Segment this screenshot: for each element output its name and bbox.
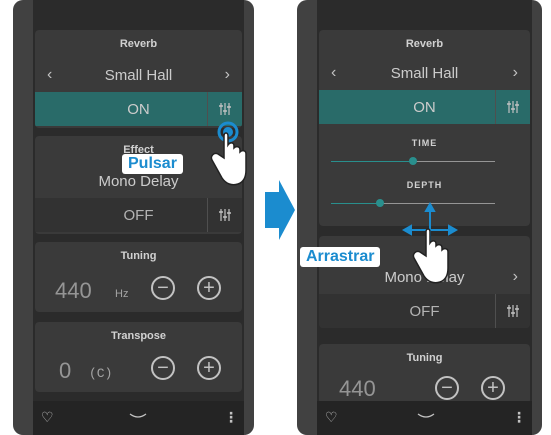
more-icon[interactable]: ⋮ [512,409,526,426]
reverb-title: Reverb [119,38,158,50]
arrow-right-icon [265,180,295,240]
tuning-value: 440 [339,376,376,401]
heart-icon[interactable]: ♡ [325,409,338,426]
tap-gesture-icon [210,121,247,186]
phone-screen-left: Reverb ‹ Small Hall › ON Effect Mono Del… [13,0,254,435]
sliders-icon [219,209,231,221]
drag-callout: Arrastrar [300,247,381,267]
chevron-down-icon[interactable] [417,413,435,421]
tuning-section: Tuning 440 − + [319,344,530,404]
effect-state-label: OFF [409,302,440,320]
sliders-icon [507,101,519,113]
reverb-toggle[interactable]: ON [319,90,530,124]
reverb-title: Reverb [405,38,444,50]
heart-icon[interactable]: ♡ [41,409,54,426]
transpose-key: (C) [89,366,113,381]
chevron-right-icon[interactable]: › [513,268,518,286]
transpose-title: Transpose [110,330,167,342]
transpose-value: 0 [59,358,72,383]
tap-callout: Pulsar [122,154,183,174]
bottom-bar: ♡ ⋮ [33,401,244,435]
effect-settings-button[interactable] [495,294,530,328]
more-icon[interactable]: ⋮ [224,409,238,426]
time-label: TIME [411,138,438,148]
drag-gesture-icon [401,202,459,284]
settings-panel: Reverb ‹ Small Hall › ON Effect Mono Del… [33,0,244,435]
effect-settings-button[interactable] [207,198,242,232]
tuning-title: Tuning [406,352,443,364]
reverb-type-label: Small Hall [390,64,459,82]
effect-toggle[interactable]: OFF [35,198,242,232]
sliders-icon [219,103,231,115]
transpose-decrease-button[interactable]: − [151,356,175,380]
transpose-section: Transpose 0 (C) − + [35,322,242,392]
depth-slider-fill [331,203,381,204]
effect-state-label: OFF [123,206,154,224]
transpose-increase-button[interactable]: + [197,356,221,380]
chevron-left-icon[interactable]: ‹ [331,64,336,82]
reverb-type-selector[interactable]: ‹ Small Hall › [35,58,242,92]
chevron-right-icon[interactable]: › [513,64,518,82]
tuning-section: Tuning 440 Hz − + [35,242,242,312]
chevron-left-icon[interactable]: ‹ [47,66,52,84]
reverb-type-label: Small Hall [104,66,173,84]
chevron-right-icon[interactable]: › [225,66,230,84]
tuning-unit: Hz [115,288,129,300]
reverb-state-label: ON [127,100,150,118]
reverb-section: Reverb ‹ Small Hall › ON TIME DEPTH [319,30,530,226]
effect-type-label: Mono Delay [98,172,179,190]
reverb-section: Reverb ‹ Small Hall › ON [35,30,242,128]
time-slider-track [413,161,495,162]
tuning-increase-button[interactable]: + [481,376,505,400]
depth-slider-handle[interactable] [376,199,385,207]
chevron-down-icon[interactable] [129,413,147,421]
reverb-settings-button[interactable] [495,90,530,124]
tuning-decrease-button[interactable]: − [435,376,459,400]
tuning-decrease-button[interactable]: − [151,276,175,300]
reverb-state-label: ON [413,98,436,116]
tuning-value: 440 [55,278,92,303]
effect-toggle[interactable]: OFF [319,294,530,328]
tuning-increase-button[interactable]: + [197,276,221,300]
bottom-bar: ♡ ⋮ [317,401,532,435]
sliders-icon [507,305,519,317]
time-slider-fill [331,161,413,162]
time-slider-handle[interactable] [409,157,417,165]
depth-label: DEPTH [406,180,443,190]
reverb-type-selector[interactable]: ‹ Small Hall › [319,56,530,90]
tuning-title: Tuning [120,250,157,262]
